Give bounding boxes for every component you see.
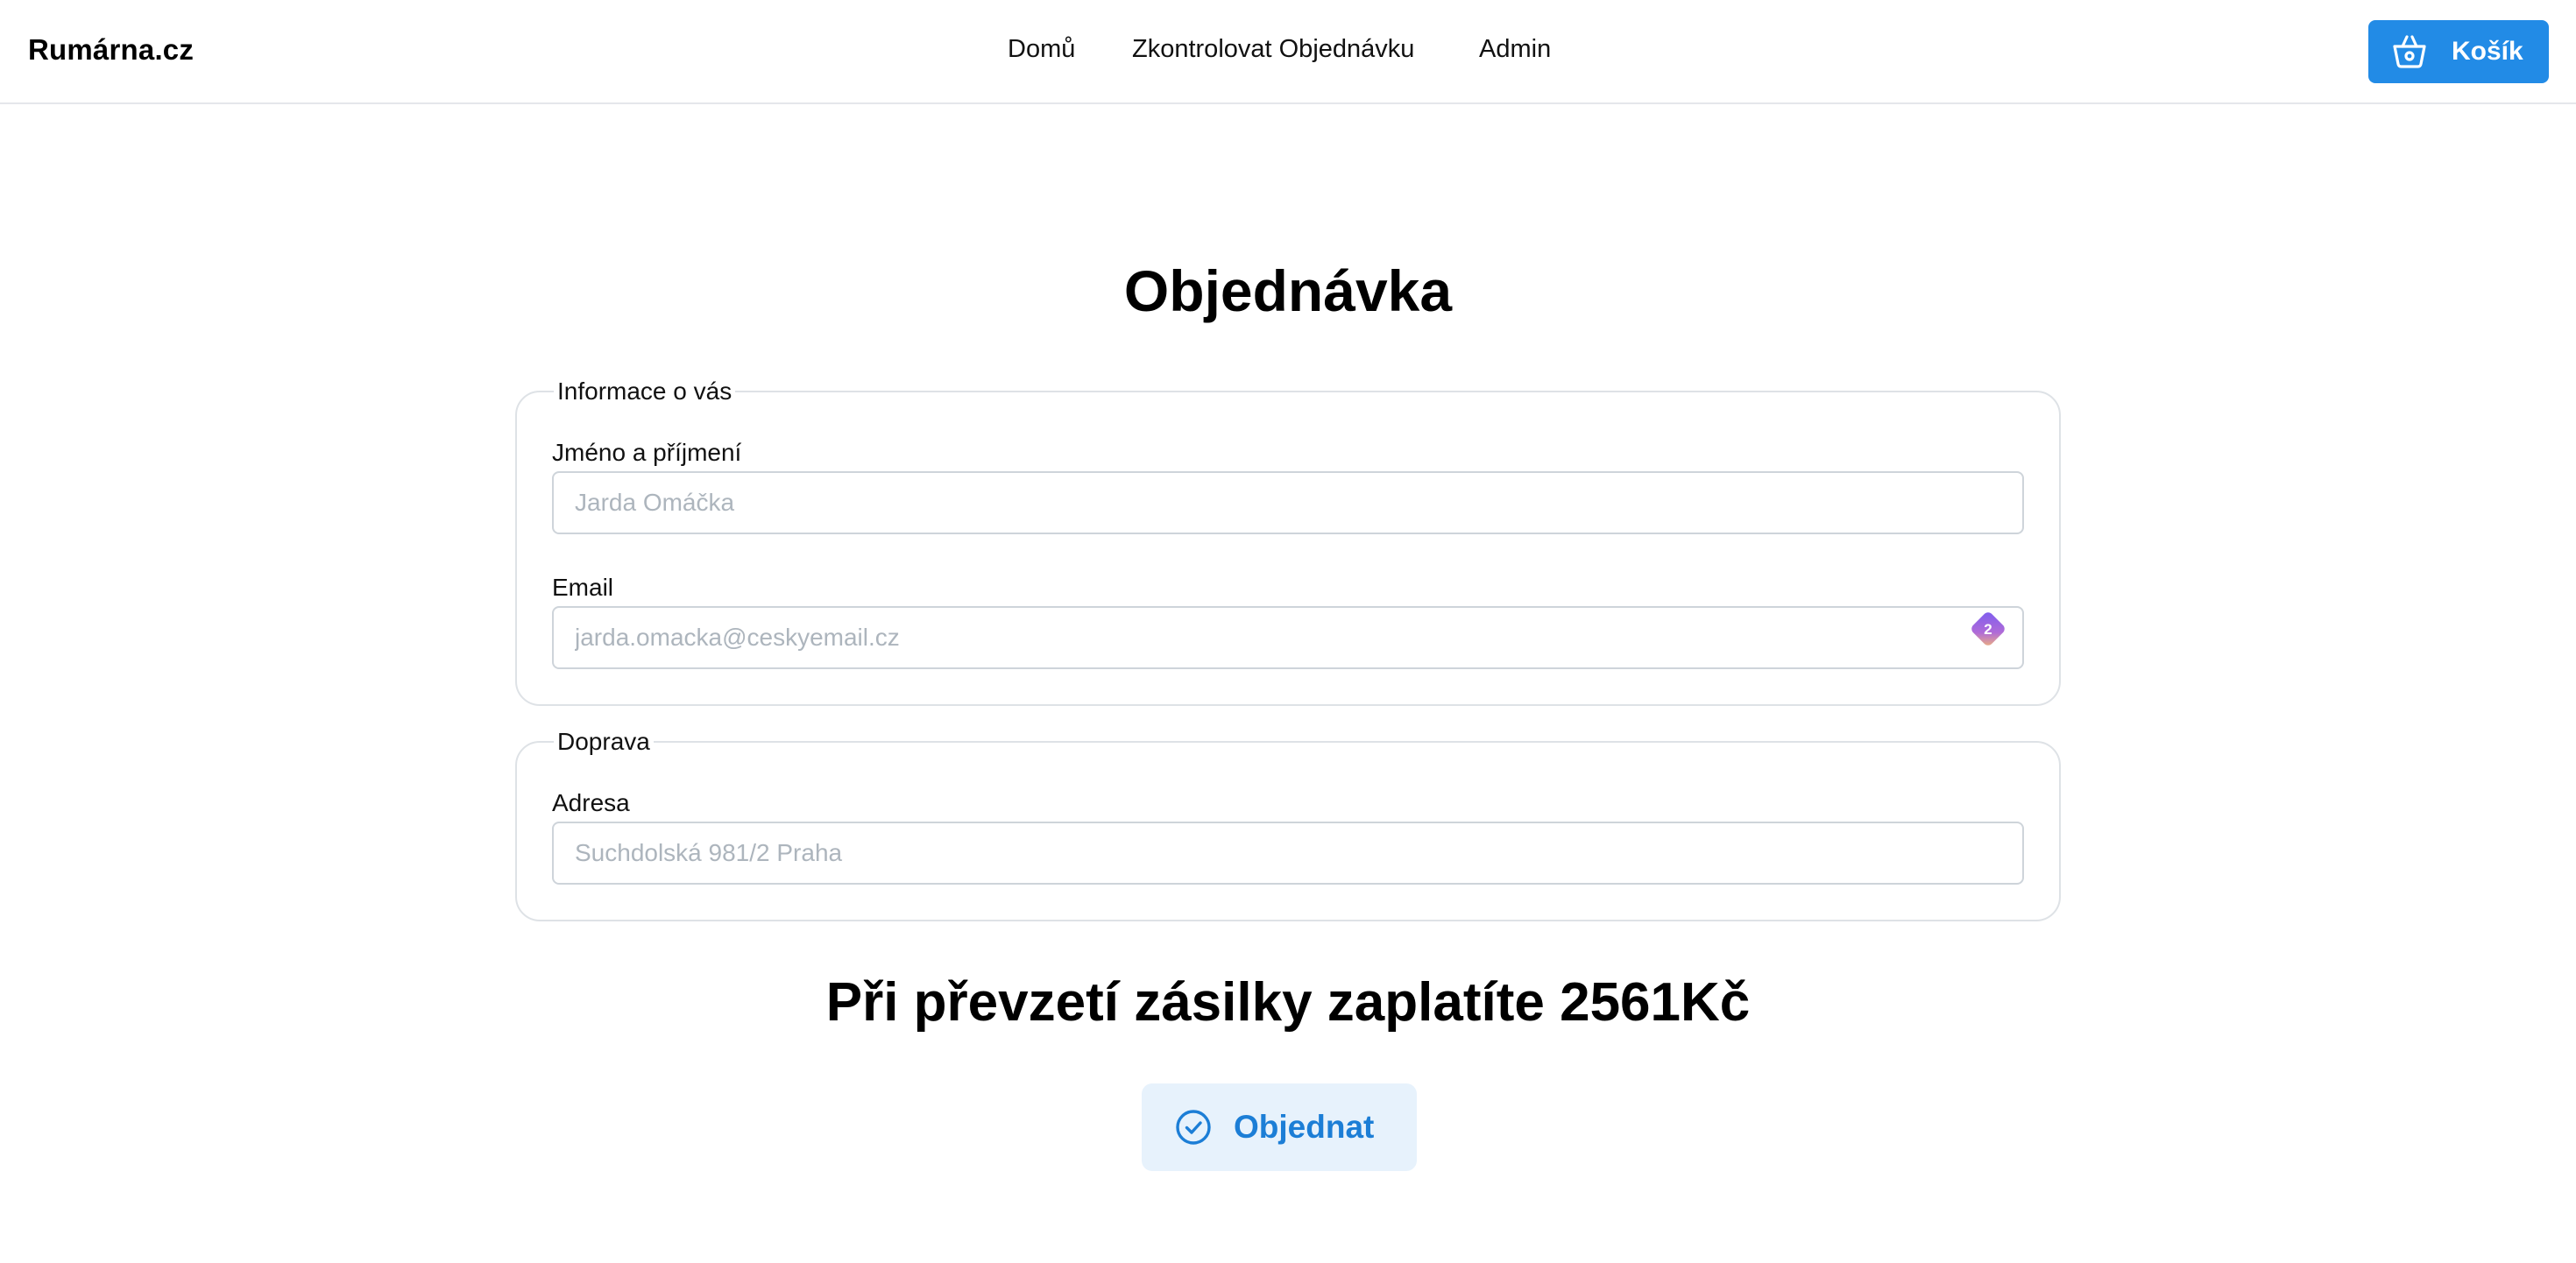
password-manager-icon[interactable]: 2 xyxy=(1966,607,2010,651)
fieldset-shipping: Doprava Adresa xyxy=(515,727,2061,921)
order-button[interactable]: Objednat xyxy=(1142,1083,1417,1171)
check-circle-icon xyxy=(1175,1109,1212,1146)
order-button-label: Objednat xyxy=(1234,1109,1375,1145)
email-label: Email xyxy=(552,574,614,601)
basket-icon xyxy=(2391,34,2428,69)
nav-link-admin[interactable]: Admin xyxy=(1479,35,1551,64)
password-manager-badge-count: 2 xyxy=(1984,621,1992,638)
nav-link-home[interactable]: Domů xyxy=(1008,35,1075,64)
total-amount-text: Při převzetí zásilky zaplatíte 2561Kč xyxy=(825,972,1751,1033)
fieldset-legend-shipping: Doprava xyxy=(554,727,654,757)
address-input[interactable] xyxy=(552,822,2024,885)
email-input[interactable] xyxy=(552,606,2024,669)
name-label: Jméno a příjmení xyxy=(552,439,742,466)
nav-link-check-order[interactable]: Zkontrolovat Objednávku xyxy=(1132,35,1414,64)
cart-button[interactable]: Košík xyxy=(2368,20,2549,83)
main-nav: Domů Zkontrolovat Objednávku Admin xyxy=(0,35,2576,70)
top-navbar: Rumárna.cz Domů Zkontrolovat Objednávku … xyxy=(0,0,2576,104)
fieldset-legend-personal-info: Informace o vás xyxy=(554,377,736,406)
address-label: Adresa xyxy=(552,789,630,816)
page-title: Objednávka xyxy=(1123,258,1453,323)
fieldset-personal-info: Informace o vás Jméno a příjmení Email 2 xyxy=(515,377,2061,706)
name-input[interactable] xyxy=(552,471,2024,534)
cart-button-label: Košík xyxy=(2452,37,2523,66)
